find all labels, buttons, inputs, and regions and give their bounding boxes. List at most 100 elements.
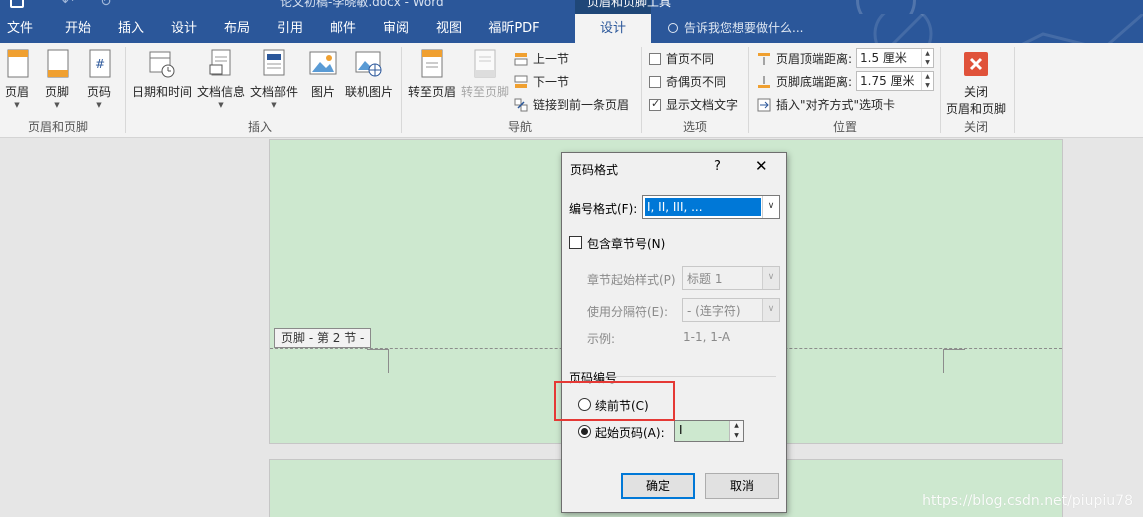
lightbulb-icon xyxy=(668,23,678,33)
go-to-footer-label: 转至页脚 xyxy=(460,85,509,99)
chapter-style-select[interactable]: 标题 1 ∨ xyxy=(682,266,780,290)
close-red-x-icon xyxy=(962,49,990,79)
group-label-close: 关闭 xyxy=(963,120,988,134)
go-to-header-label: 转至页眉 xyxy=(407,85,456,99)
doc-parts-button[interactable]: 文档部件 ▼ xyxy=(249,49,299,109)
online-picture-button[interactable]: 联机图片 xyxy=(344,49,394,100)
save-icon[interactable] xyxy=(10,0,24,8)
insert-alignment-tab-button[interactable]: 插入"对齐方式"选项卡 xyxy=(757,96,895,113)
section-divider xyxy=(608,376,776,377)
margin-corner-mark xyxy=(943,349,944,373)
date-time-button[interactable]: 日期和时间 xyxy=(132,49,192,100)
tab-mailings[interactable]: 邮件 xyxy=(320,14,366,43)
show-doc-text-checkbox[interactable]: 显示文档文字 xyxy=(649,96,738,113)
close-icon[interactable]: ✕ xyxy=(755,157,768,175)
previous-section-button[interactable]: 上一节 xyxy=(514,50,569,67)
different-odd-even-checkbox[interactable]: 奇偶页不同 xyxy=(649,73,726,90)
next-section-button[interactable]: 下一节 xyxy=(514,73,569,90)
include-chapter-checkbox[interactable] xyxy=(569,236,582,249)
cancel-button[interactable]: 取消 xyxy=(705,473,779,499)
footer-position-icon xyxy=(757,75,771,89)
help-button[interactable]: ? xyxy=(714,159,721,174)
group-divider xyxy=(401,47,402,133)
chevron-down-icon: ▼ xyxy=(96,101,102,109)
chevron-down-icon: ▼ xyxy=(218,101,224,109)
tab-design[interactable]: 设计 xyxy=(161,14,207,43)
number-format-select[interactable]: I, II, III, ... ∨ xyxy=(642,195,780,219)
group-label-insert: 插入 xyxy=(247,120,272,134)
dialog-title: 页码格式 xyxy=(570,163,619,177)
picture-button[interactable]: 图片 xyxy=(308,49,338,100)
different-first-page-label: 首页不同 xyxy=(666,52,715,66)
document-info-icon xyxy=(207,49,235,79)
different-first-page-checkbox[interactable]: 首页不同 xyxy=(649,50,714,67)
tab-references[interactable]: 引用 xyxy=(267,14,313,43)
page-number-button[interactable]: # 页码 ▼ xyxy=(86,49,112,109)
go-to-header-button[interactable]: 转至页眉 xyxy=(406,49,458,100)
tell-me-search[interactable]: 告诉我您想要做什么... xyxy=(668,14,803,43)
group-divider xyxy=(641,47,642,133)
number-format-value: I, II, III, ... xyxy=(645,198,761,216)
group-label-header-footer: 页眉和页脚 xyxy=(27,120,88,134)
separator-select[interactable]: - (连字符) ∨ xyxy=(682,298,780,322)
chevron-down-icon[interactable]: ∨ xyxy=(762,196,779,218)
tell-me-text: 告诉我您想要做什么... xyxy=(684,21,804,35)
online-picture-icon xyxy=(355,49,383,79)
number-format-label: 编号格式(F): xyxy=(569,202,638,216)
next-section-icon xyxy=(514,75,528,89)
next-section-label: 下一节 xyxy=(533,75,570,89)
doc-info-button[interactable]: 文档信息 ▼ xyxy=(196,49,246,109)
checkbox-checked-icon xyxy=(649,97,661,111)
checkbox-icon xyxy=(649,75,661,88)
tab-review[interactable]: 审阅 xyxy=(373,14,419,43)
header-icon xyxy=(4,49,32,79)
watermark-text: https://blog.csdn.net/piupiu78 xyxy=(922,493,1133,509)
footer-from-bottom-label: 页脚底端距离: xyxy=(776,75,853,89)
undo-icon[interactable]: ↶ xyxy=(62,0,74,10)
chapter-style-value: 标题 1 xyxy=(687,272,723,286)
start-at-radio[interactable] xyxy=(578,425,591,438)
start-at-input[interactable]: I ▲ ▼ xyxy=(674,420,744,442)
group-divider xyxy=(940,47,941,133)
page-number-label: 页码 xyxy=(86,85,111,99)
redo-icon[interactable]: ↻ xyxy=(100,0,112,10)
chevron-down-icon: ▼ xyxy=(271,101,277,109)
link-to-previous-button[interactable]: 链接到前一条页眉 xyxy=(514,96,629,113)
include-chapter-label: 包含章节号(N) xyxy=(587,237,666,251)
example-value: 1-1, 1-A xyxy=(683,330,731,344)
spinner-arrows-icon[interactable]: ▲ ▼ xyxy=(921,49,933,67)
tab-file[interactable]: 文件 xyxy=(0,14,40,43)
ok-button[interactable]: 确定 xyxy=(621,473,695,499)
tab-insert[interactable]: 插入 xyxy=(108,14,154,43)
alignment-tab-icon xyxy=(757,98,771,112)
close-line1-label: 关闭 xyxy=(963,85,988,99)
margin-corner-mark xyxy=(943,349,965,350)
tab-header-footer-design[interactable]: 设计 xyxy=(575,14,651,43)
spinner-arrows-icon[interactable]: ▲ ▼ xyxy=(729,421,743,441)
go-to-footer-button[interactable]: 转至页脚 xyxy=(459,49,511,100)
tab-home[interactable]: 开始 xyxy=(55,14,101,43)
close-line2-label: 页眉和页脚 xyxy=(945,102,1006,116)
close-header-footer-button[interactable]: 关闭 页眉和页脚 xyxy=(944,49,1008,117)
header-from-top-spinner[interactable]: 1.5 厘米 ▲ ▼ xyxy=(856,48,934,68)
chevron-down-icon: ▼ xyxy=(14,101,20,109)
red-highlight-box xyxy=(554,381,675,421)
footer-button[interactable]: 页脚 ▼ xyxy=(44,49,70,109)
tab-foxit-pdf[interactable]: 福昕PDF xyxy=(480,14,548,43)
footer-label: 页脚 xyxy=(44,85,69,99)
footer-from-bottom-spinner[interactable]: 1.75 厘米 ▲ ▼ xyxy=(856,71,934,91)
header-from-top-label: 页眉顶端距离: xyxy=(776,52,853,66)
tab-view[interactable]: 视图 xyxy=(426,14,472,43)
window-title: 论文初稿-李晓敏.docx - Word xyxy=(280,0,444,9)
link-to-previous-label: 链接到前一条页眉 xyxy=(533,98,630,112)
tab-layout[interactable]: 布局 xyxy=(214,14,260,43)
previous-section-icon xyxy=(514,52,528,66)
date-time-label: 日期和时间 xyxy=(132,85,193,99)
separator-value: - (连字符) xyxy=(687,304,741,318)
doc-parts-label: 文档部件 xyxy=(249,85,298,99)
page-number-format-dialog: 页码格式 ? ✕ 编号格式(F): I, II, III, ... ∨ 包含章节… xyxy=(561,152,787,513)
spinner-arrows-icon[interactable]: ▲ ▼ xyxy=(921,72,933,90)
context-tab-label: 页眉和页脚工具 xyxy=(587,0,672,9)
header-button[interactable]: 页眉 ▼ xyxy=(4,49,30,109)
footer-from-bottom-value: 1.75 厘米 xyxy=(860,74,915,88)
